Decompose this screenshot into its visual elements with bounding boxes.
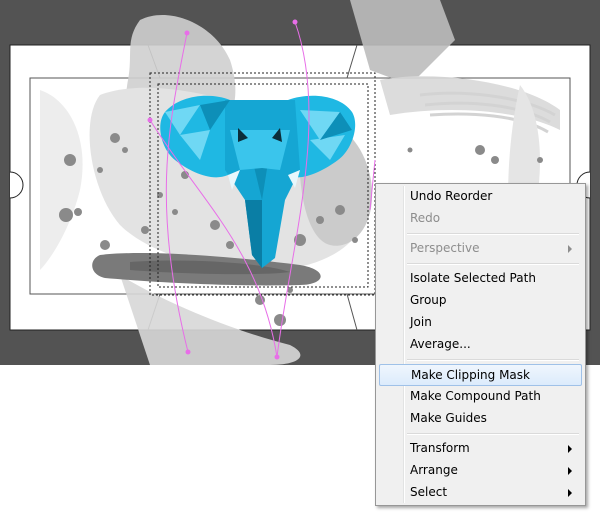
menu-item-label: Isolate Selected Path [410, 271, 536, 285]
submenu-arrow-icon [568, 245, 572, 253]
submenu-arrow-icon [568, 467, 572, 475]
menu-item-label: Make Clipping Mask [411, 368, 530, 382]
menu-item-label: Undo Reorder [410, 189, 493, 203]
menu-item-label: Make Guides [410, 411, 487, 425]
menu-item-redo[interactable]: Redo [379, 208, 582, 230]
menu-item-label: Average... [410, 337, 471, 351]
menu-item-arrange[interactable]: Arrange [379, 460, 582, 482]
menu-item-label: Redo [410, 211, 441, 225]
menu-item-select[interactable]: Select [379, 482, 582, 504]
submenu-arrow-icon [568, 489, 572, 497]
menu-separator [407, 263, 579, 265]
menu-item-average[interactable]: Average... [379, 334, 582, 356]
menu-item-label: Perspective [410, 241, 480, 255]
context-menu[interactable]: Undo Reorder Redo Perspective Isolate Se… [375, 183, 586, 506]
menu-item-label: Join [410, 315, 432, 329]
menu-item-make-clipping-mask[interactable]: Make Clipping Mask [379, 364, 582, 386]
menu-item-label: Make Compound Path [410, 389, 541, 403]
menu-item-label: Group [410, 293, 447, 307]
menu-item-make-compound-path[interactable]: Make Compound Path [379, 386, 582, 408]
menu-item-label: Arrange [410, 463, 458, 477]
menu-item-transform[interactable]: Transform [379, 438, 582, 460]
submenu-arrow-icon [568, 445, 572, 453]
menu-item-label: Transform [410, 441, 470, 455]
menu-item-make-guides[interactable]: Make Guides [379, 408, 582, 430]
menu-separator [407, 359, 579, 361]
menu-separator [407, 233, 579, 235]
menu-item-isolate-selected-path[interactable]: Isolate Selected Path [379, 268, 582, 290]
menu-item-group[interactable]: Group [379, 290, 582, 312]
menu-item-perspective[interactable]: Perspective [379, 238, 582, 260]
menu-separator [407, 433, 579, 435]
menu-item-undo-reorder[interactable]: Undo Reorder [379, 186, 582, 208]
menu-item-join[interactable]: Join [379, 312, 582, 334]
menu-item-label: Select [410, 485, 448, 499]
